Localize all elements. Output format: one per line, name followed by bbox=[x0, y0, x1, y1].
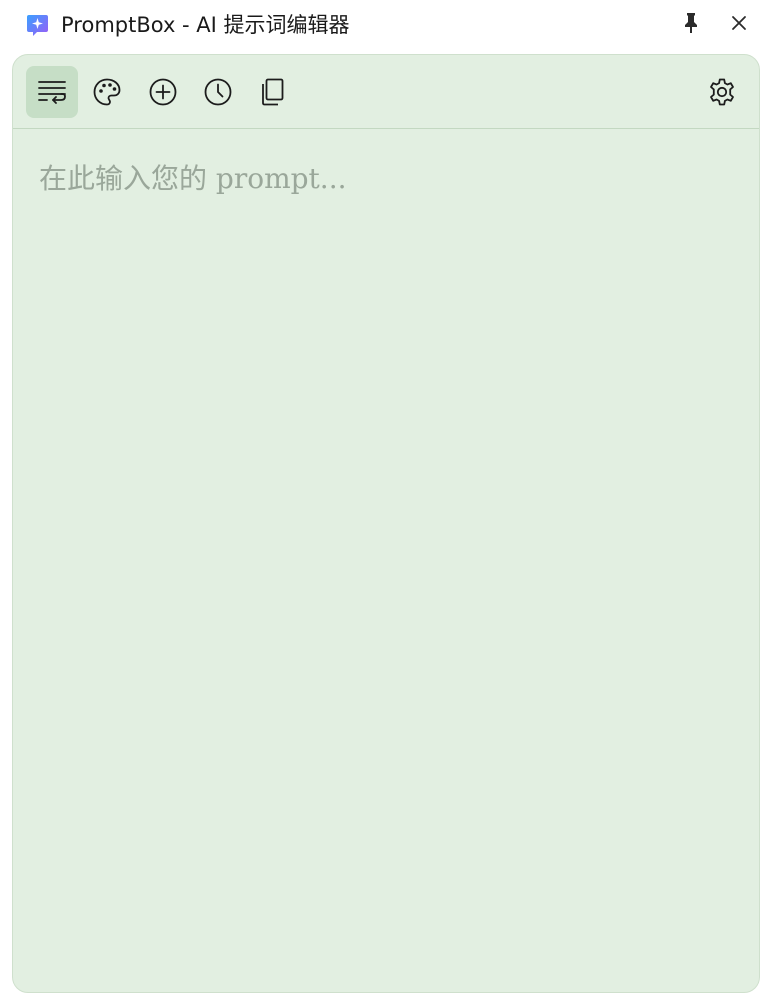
prompt-input[interactable] bbox=[13, 129, 759, 992]
palette-icon bbox=[92, 77, 122, 107]
copy-icon bbox=[258, 77, 288, 107]
gear-icon bbox=[707, 77, 737, 107]
close-button[interactable] bbox=[724, 10, 754, 40]
copy-button[interactable] bbox=[247, 66, 299, 118]
wrap-text-button[interactable] bbox=[26, 66, 78, 118]
app-window: PromptBox - AI 提示词编辑器 bbox=[0, 0, 773, 1005]
theme-button[interactable] bbox=[81, 66, 133, 118]
pin-button[interactable] bbox=[676, 10, 706, 40]
editor-panel bbox=[12, 54, 760, 993]
plus-circle-icon bbox=[148, 77, 178, 107]
toolbar bbox=[13, 55, 759, 129]
new-prompt-button[interactable] bbox=[137, 66, 189, 118]
settings-button[interactable] bbox=[696, 66, 748, 118]
clock-icon bbox=[203, 77, 233, 107]
history-button[interactable] bbox=[192, 66, 244, 118]
wrap-text-icon bbox=[37, 77, 67, 107]
title-bar[interactable]: PromptBox - AI 提示词编辑器 bbox=[0, 0, 773, 50]
pin-icon bbox=[682, 12, 700, 39]
close-icon bbox=[731, 15, 747, 36]
app-logo-icon bbox=[25, 13, 50, 38]
window-title: PromptBox - AI 提示词编辑器 bbox=[61, 13, 350, 37]
